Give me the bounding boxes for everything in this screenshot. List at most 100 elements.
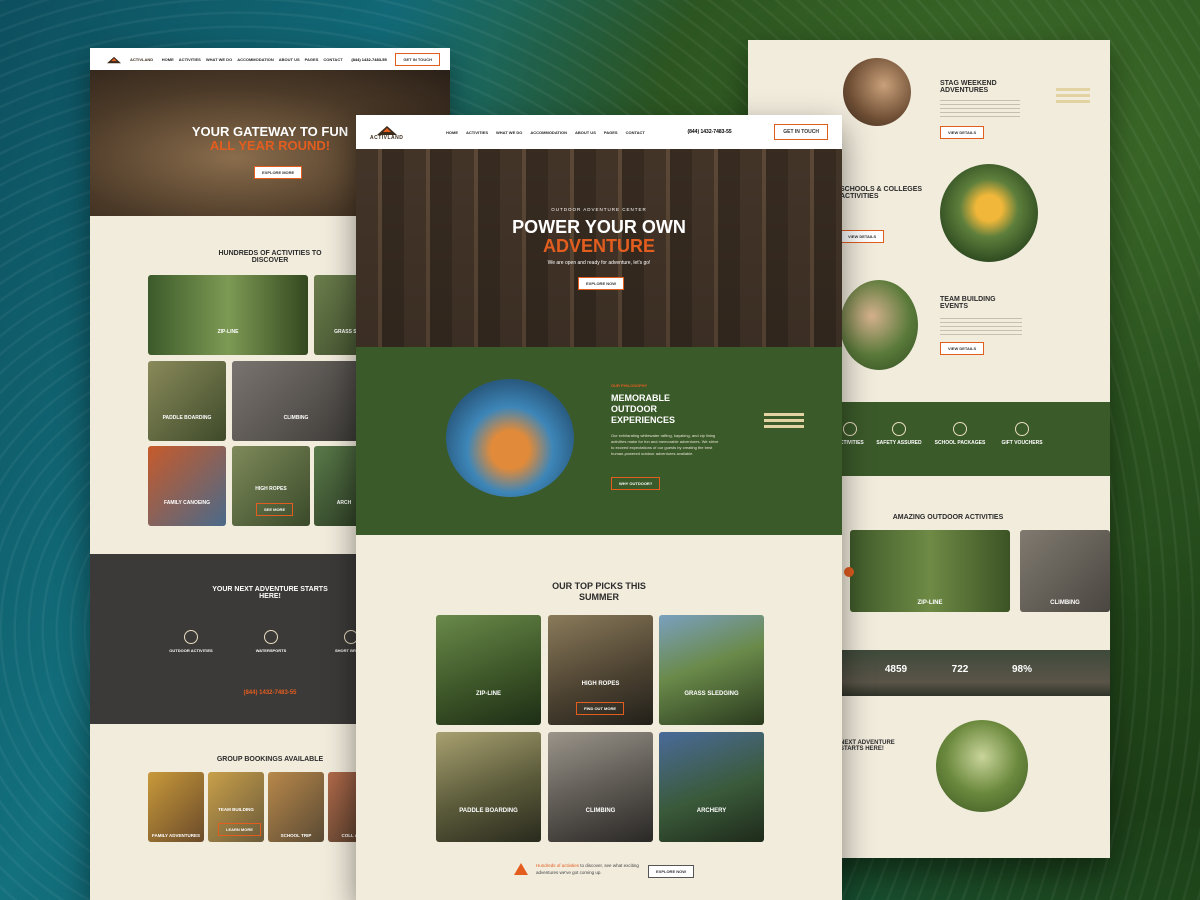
team-photo [840, 280, 918, 370]
cloud-icon [764, 413, 804, 431]
stat-3: 98% [1011, 664, 1032, 675]
bottom-explore-button[interactable]: EXPLORE NOW [648, 865, 695, 878]
nav-what-we-do[interactable]: WHAT WE DO [206, 57, 232, 62]
nav-what-we-do[interactable]: WHAT WE DO [496, 130, 522, 135]
nav-about[interactable]: ABOUT US [279, 57, 300, 62]
slide-label: CLIMBING [1050, 600, 1080, 606]
left-section-title: HUNDREDS OF ACTIVITIES TO DISCOVER [218, 250, 322, 264]
paddle-icon [264, 630, 278, 644]
feature-label: GIFT VOUCHERS [1001, 440, 1043, 446]
center-hero-button[interactable]: EXPLORE NOW [578, 277, 625, 290]
nav-pages[interactable]: PAGES [604, 130, 618, 135]
group-learn-button[interactable]: LEARN MORE [218, 823, 261, 836]
team-title: TEAM BUILDING EVENTS [940, 296, 996, 310]
school-icon [953, 422, 967, 436]
tile-label: PADDLE BOARDING [162, 415, 212, 421]
tile-zipline[interactable]: ZIP-LINE [148, 275, 308, 355]
nav-about[interactable]: ABOUT US [575, 130, 596, 135]
philosophy-kicker: OUR PHILOSOPHY [611, 383, 648, 388]
card-label: PADDLE BOARDING [459, 808, 518, 814]
feature-label: SCHOOL PACKAGES [934, 440, 986, 446]
stat-1: 4859 [884, 664, 908, 675]
prev-arrow-icon[interactable] [844, 567, 854, 577]
card-ropes[interactable]: HIGH ROPES FIND OUT MORE [548, 615, 653, 725]
tile-see-more-button[interactable]: SEE MORE [256, 503, 294, 516]
group-label: SCHOOL TRIP [280, 833, 312, 838]
card-find-out-button[interactable]: FIND OUT MORE [576, 702, 624, 715]
center-hero-sub: We are open and ready for adventure, let… [547, 260, 651, 266]
center-hero-kicker: OUTDOOR ADVENTURE CENTER [551, 207, 647, 212]
shield-icon [892, 422, 906, 436]
philosophy-button[interactable]: WHY OUTDOOR? [611, 477, 661, 490]
group-label: TEAM BUILDING [218, 807, 254, 812]
philosophy-section: OUR PHILOSOPHY MEMORABLE OUTDOOR EXPERIE… [356, 347, 842, 535]
tile-climbing[interactable]: CLIMBING [232, 361, 360, 441]
nav-home[interactable]: HOME [446, 130, 458, 135]
nav-activities[interactable]: ACTIVITIES [179, 57, 201, 62]
card-label: ZIP-LINE [476, 691, 501, 697]
left-hero-button[interactable]: EXPLORE MORE [254, 166, 303, 179]
philosophy-title: MEMORABLE OUTDOOR EXPERIENCES [611, 393, 676, 425]
center-logo[interactable]: ACTIVLAND [370, 123, 403, 141]
dark-feature-water: WATERSPORTS [236, 630, 306, 653]
tile-paddle[interactable]: PADDLE BOARDING [148, 361, 226, 441]
card-zipline[interactable]: ZIP-LINE [436, 615, 541, 725]
logo-text: ACTIVLAND [370, 135, 404, 141]
slide-zipline[interactable]: ZIP-LINE [850, 530, 1010, 612]
center-nav: HOME ACTIVITIES WHAT WE DO ACCOMMODATION… [446, 130, 645, 135]
card-archery[interactable]: ARCHERY [659, 732, 764, 842]
tile-label: CLIMBING [283, 415, 309, 421]
stag-text [940, 100, 1020, 118]
nav-pages[interactable]: PAGES [305, 57, 319, 62]
mountain-logo-icon [373, 123, 401, 135]
group-team[interactable]: TEAM BUILDING LEARN MORE [208, 772, 264, 842]
feature-label: WATERSPORTS [255, 648, 287, 653]
center-hero-title-2: ADVENTURE [542, 236, 655, 256]
nav-accommodation[interactable]: ACCOMMODATION [237, 57, 274, 62]
center-hero-title-1: POWER YOUR OWN [512, 217, 686, 237]
card-label: GRASS SLEDGING [684, 691, 739, 697]
nav-contact[interactable]: CONTACT [323, 57, 342, 62]
philosophy-photo [446, 379, 574, 497]
tile-canoe[interactable]: FAMILY CANOEING [148, 446, 226, 526]
feature-label: OUTDOOR ACTIVITIES [169, 648, 213, 653]
tile-label: FAMILY CANOEING [163, 500, 211, 506]
feature-label: SAFETY ASSURED [876, 440, 922, 446]
card-label: ARCHERY [696, 808, 727, 814]
bottom-link[interactable]: Hundreds of activities [536, 863, 579, 868]
card-label: CLIMBING [585, 808, 616, 814]
nav-activities[interactable]: ACTIVITIES [466, 130, 488, 135]
card-climbing[interactable]: CLIMBING [548, 732, 653, 842]
card-label: HIGH ROPES [581, 681, 620, 687]
center-cta-button[interactable]: GET IN TOUCH [774, 124, 828, 140]
slide-climbing[interactable]: CLIMBING [1020, 530, 1110, 612]
left-cta-button[interactable]: GET IN TOUCH [395, 52, 440, 66]
philosophy-text: Our exhilarating whitewater rafting, kay… [611, 433, 719, 456]
team-view-button[interactable]: VIEW DETAILS [940, 342, 985, 355]
next-title: NEXT ADVENTURE STARTS HERE! [840, 740, 895, 752]
schools-view-button[interactable]: VIEW DETAILS [840, 230, 885, 243]
group-family[interactable]: FAMILY ADVENTURES [148, 772, 204, 842]
schools-title: SCHOOLS & COLLEGES ACTIVITIES [840, 186, 923, 200]
logo-text: ACTIVLAND [130, 56, 154, 62]
group-label: FAMILY ADVENTURES [151, 833, 201, 838]
center-header: ACTIVLAND HOME ACTIVITIES WHAT WE DO ACC… [356, 115, 842, 149]
card-paddle[interactable]: PADDLE BOARDING [436, 732, 541, 842]
gift-icon [1015, 422, 1029, 436]
card-sledging[interactable]: GRASS SLEDGING [659, 615, 764, 725]
group-school[interactable]: SCHOOL TRIP [268, 772, 324, 842]
dark-title: YOUR NEXT ADVENTURE STARTS HERE! [212, 586, 328, 600]
center-hero: OUTDOOR ADVENTURE CENTER POWER YOUR OWN … [356, 149, 842, 347]
left-nav: HOME ACTIVITIES WHAT WE DO ACCOMMODATION… [162, 57, 343, 62]
stag-title: STAG WEEKEND ADVENTURES [940, 80, 997, 94]
tile-label: HIGH ROPES [255, 486, 287, 492]
group-title: GROUP BOOKINGS AVAILABLE [216, 756, 324, 763]
tile-ropes[interactable]: HIGH ROPES SEE MORE [232, 446, 310, 526]
activities-icon [843, 422, 857, 436]
nav-home[interactable]: HOME [162, 57, 174, 62]
stag-view-button[interactable]: VIEW DETAILS [940, 126, 985, 139]
nav-accommodation[interactable]: ACCOMMODATION [530, 130, 567, 135]
left-logo[interactable]: ACTIVLAND [100, 53, 153, 65]
stag-photo [843, 58, 911, 126]
nav-contact[interactable]: CONTACT [626, 130, 645, 135]
